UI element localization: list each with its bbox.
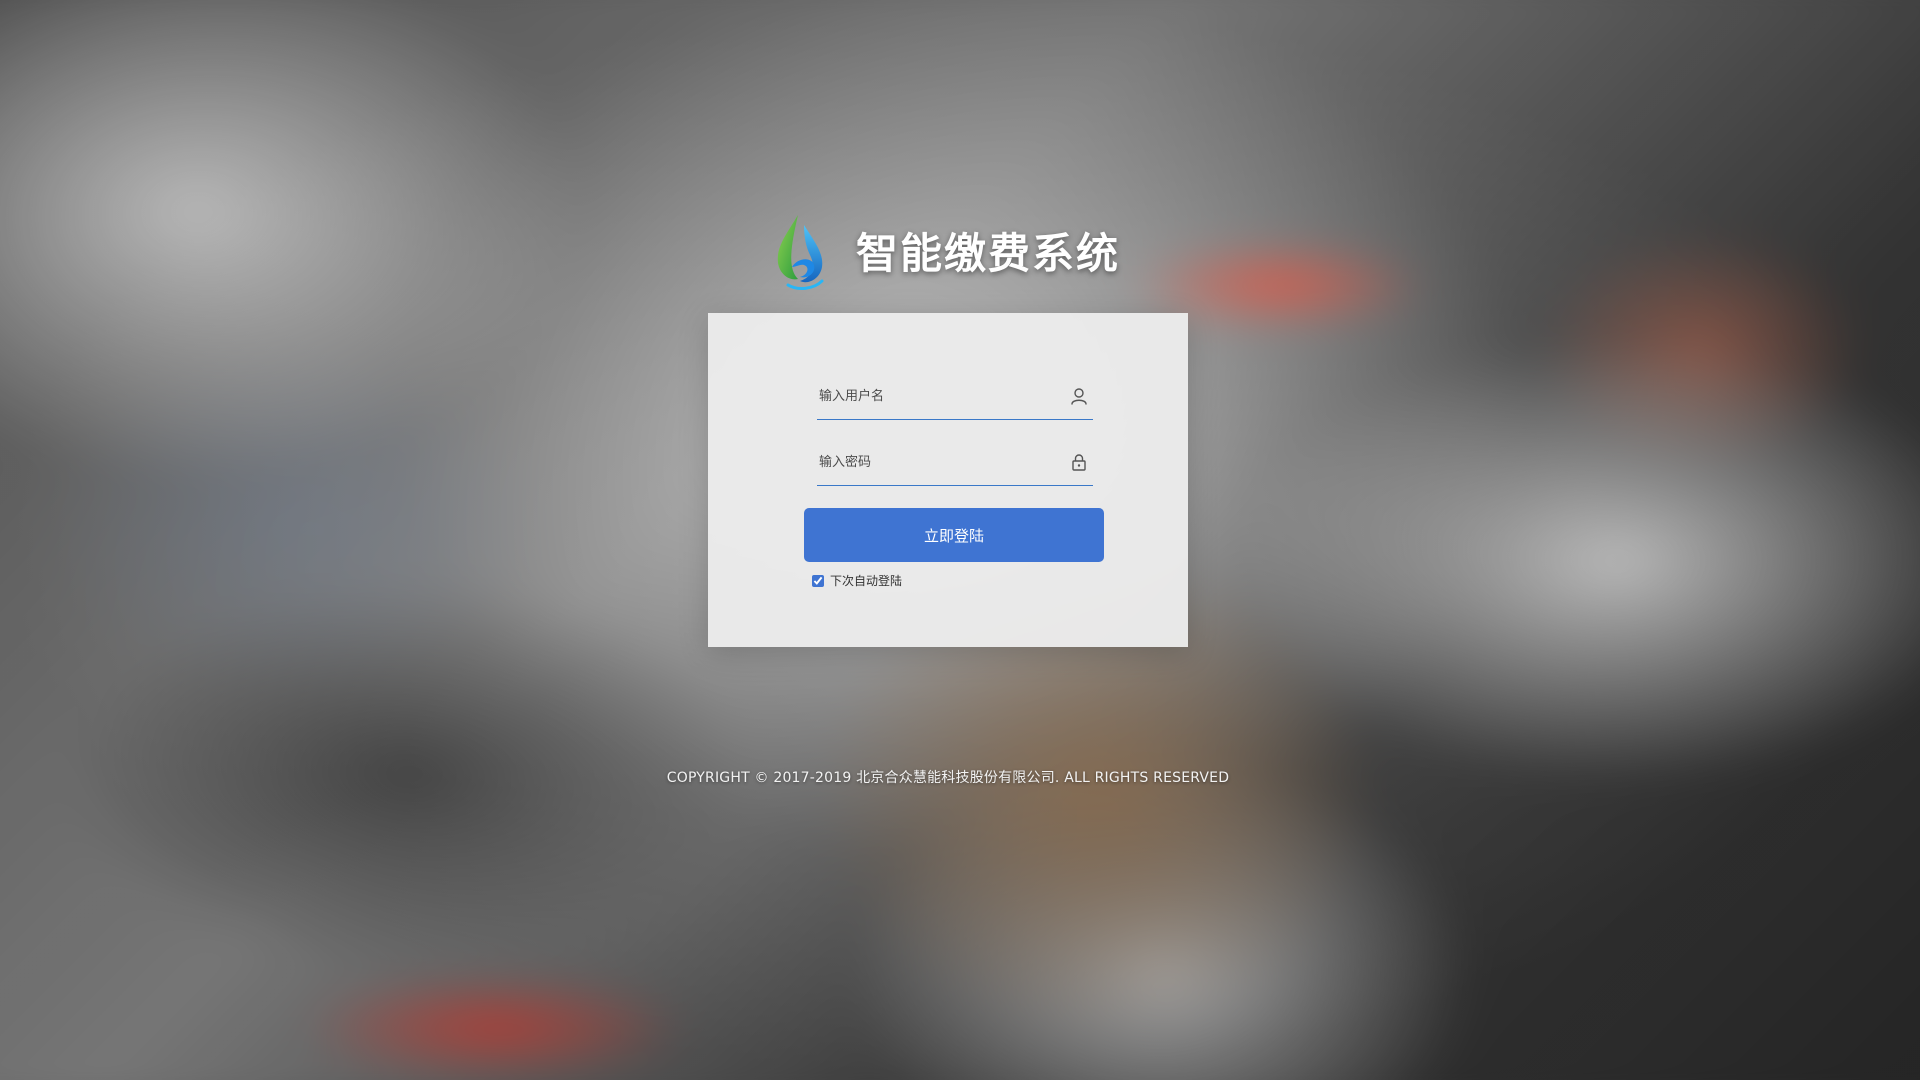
- username-field[interactable]: [817, 373, 1093, 420]
- app-title: 智能缴费系统: [856, 228, 1121, 278]
- login-screen: 智能缴费系统 立即登陆 下次自: [0, 0, 1920, 1080]
- password-input[interactable]: [817, 447, 1069, 477]
- remember-me-option[interactable]: 下次自动登陆: [812, 572, 902, 589]
- username-input[interactable]: [817, 381, 1069, 411]
- brand-header: 智能缴费系统: [768, 205, 1120, 295]
- remember-me-checkbox[interactable]: [812, 574, 824, 587]
- remember-me-label: 下次自动登陆: [830, 574, 903, 588]
- login-card: 立即登陆 下次自动登陆: [708, 313, 1188, 647]
- copyright-footer: COPYRIGHT © 2017-2019 北京合众慧能科技股份有限公司. AL…: [666, 770, 1230, 786]
- password-field[interactable]: [817, 439, 1093, 486]
- water-drop-logo-icon: [777, 215, 824, 290]
- user-icon: [1069, 386, 1089, 406]
- login-button[interactable]: 立即登陆: [804, 508, 1104, 562]
- lock-icon: [1069, 452, 1089, 472]
